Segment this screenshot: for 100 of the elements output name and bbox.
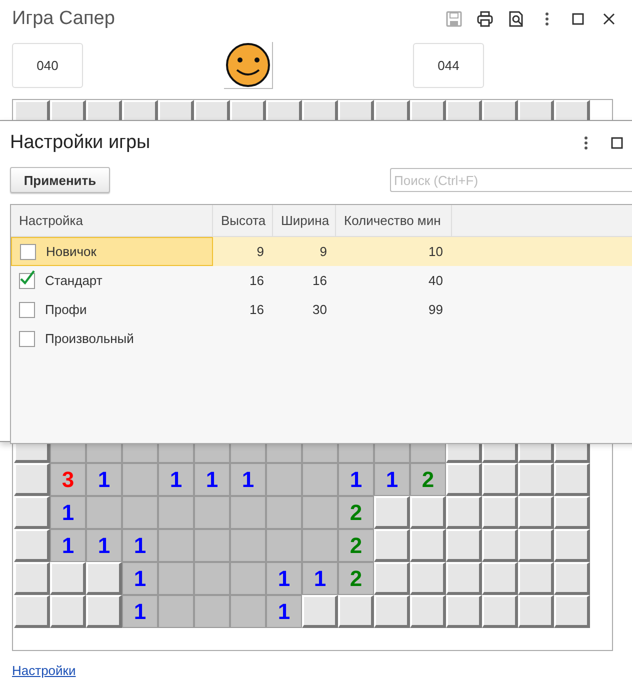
mine-count: 1 bbox=[134, 568, 146, 590]
open-cell[interactable]: 1 bbox=[302, 562, 338, 595]
table-cell: Стандарт bbox=[45, 273, 102, 288]
open-cell[interactable]: 1 bbox=[86, 529, 122, 562]
open-cell[interactable] bbox=[302, 496, 338, 529]
closed-cell[interactable] bbox=[14, 496, 50, 529]
open-cell[interactable] bbox=[266, 463, 302, 496]
closed-cell[interactable] bbox=[554, 595, 590, 628]
open-cell[interactable]: 1 bbox=[230, 463, 266, 496]
open-cell[interactable] bbox=[122, 496, 158, 529]
closed-cell[interactable] bbox=[518, 595, 554, 628]
open-cell[interactable] bbox=[194, 496, 230, 529]
open-cell[interactable]: 1 bbox=[158, 463, 194, 496]
closed-cell[interactable] bbox=[518, 496, 554, 529]
open-cell[interactable]: 1 bbox=[338, 463, 374, 496]
open-cell[interactable] bbox=[158, 529, 194, 562]
open-cell[interactable] bbox=[158, 562, 194, 595]
closed-cell[interactable] bbox=[338, 595, 374, 628]
open-cell[interactable]: 1 bbox=[266, 562, 302, 595]
closed-cell[interactable] bbox=[446, 595, 482, 628]
open-cell[interactable]: 1 bbox=[122, 595, 158, 628]
checkbox[interactable] bbox=[19, 272, 35, 288]
column-header[interactable]: Количество мин bbox=[336, 205, 452, 236]
column-header[interactable]: Ширина bbox=[273, 205, 336, 236]
closed-cell[interactable] bbox=[14, 562, 50, 595]
closed-cell[interactable] bbox=[86, 595, 122, 628]
closed-cell[interactable] bbox=[410, 595, 446, 628]
closed-cell[interactable] bbox=[14, 529, 50, 562]
column-header[interactable]: Высота bbox=[213, 205, 273, 236]
open-cell[interactable]: 1 bbox=[122, 562, 158, 595]
table-cell: Новичок bbox=[46, 244, 96, 259]
open-cell[interactable]: 2 bbox=[338, 562, 374, 595]
mine-counter: 040 bbox=[12, 42, 83, 88]
table-row[interactable]: Произвольный bbox=[11, 324, 632, 353]
closed-cell[interactable] bbox=[554, 562, 590, 595]
closed-cell[interactable] bbox=[554, 463, 590, 496]
open-cell[interactable] bbox=[302, 529, 338, 562]
closed-cell[interactable] bbox=[374, 529, 410, 562]
closed-cell[interactable] bbox=[518, 562, 554, 595]
open-cell[interactable]: 1 bbox=[374, 463, 410, 496]
mine-count: 1 bbox=[278, 600, 290, 622]
open-cell[interactable]: 1 bbox=[194, 463, 230, 496]
search-field[interactable]: Поиск (Ctrl+F) bbox=[390, 168, 632, 192]
open-cell[interactable] bbox=[158, 595, 194, 628]
open-cell[interactable]: 1 bbox=[266, 595, 302, 628]
closed-cell[interactable] bbox=[518, 463, 554, 496]
open-cell[interactable] bbox=[302, 463, 338, 496]
checkbox[interactable] bbox=[19, 302, 35, 318]
open-cell[interactable] bbox=[230, 595, 266, 628]
open-cell[interactable] bbox=[122, 463, 158, 496]
checkbox[interactable] bbox=[20, 244, 36, 260]
closed-cell[interactable] bbox=[14, 463, 50, 496]
open-cell[interactable]: 2 bbox=[338, 529, 374, 562]
closed-cell[interactable] bbox=[50, 562, 86, 595]
open-cell[interactable] bbox=[230, 496, 266, 529]
closed-cell[interactable] bbox=[446, 463, 482, 496]
open-cell[interactable] bbox=[266, 529, 302, 562]
open-cell[interactable] bbox=[230, 562, 266, 595]
closed-cell[interactable] bbox=[410, 496, 446, 529]
closed-cell[interactable] bbox=[14, 595, 50, 628]
open-cell[interactable] bbox=[194, 595, 230, 628]
closed-cell[interactable] bbox=[482, 595, 518, 628]
open-cell[interactable] bbox=[194, 562, 230, 595]
closed-cell[interactable] bbox=[554, 496, 590, 529]
open-cell[interactable]: 1 bbox=[50, 496, 86, 529]
closed-cell[interactable] bbox=[482, 562, 518, 595]
open-cell[interactable]: 2 bbox=[338, 496, 374, 529]
closed-cell[interactable] bbox=[374, 595, 410, 628]
closed-cell[interactable] bbox=[410, 562, 446, 595]
table-row[interactable]: Профи 16 30 99 bbox=[11, 295, 632, 324]
apply-button[interactable]: Применить bbox=[10, 167, 110, 193]
mine-count: 2 bbox=[350, 568, 362, 590]
closed-cell[interactable] bbox=[482, 463, 518, 496]
column-header[interactable]: Настройка bbox=[11, 205, 213, 236]
open-cell[interactable] bbox=[194, 529, 230, 562]
closed-cell[interactable] bbox=[374, 496, 410, 529]
closed-cell[interactable] bbox=[554, 529, 590, 562]
table-row[interactable]: Новичок 9 9 10 bbox=[11, 237, 632, 266]
closed-cell[interactable] bbox=[86, 562, 122, 595]
open-cell[interactable]: 1 bbox=[122, 529, 158, 562]
settings-link[interactable]: Настройки bbox=[12, 663, 76, 678]
open-cell[interactable]: 1 bbox=[50, 529, 86, 562]
closed-cell[interactable] bbox=[446, 562, 482, 595]
open-cell[interactable] bbox=[86, 496, 122, 529]
open-cell[interactable]: 2 bbox=[410, 463, 446, 496]
closed-cell[interactable] bbox=[410, 529, 446, 562]
closed-cell[interactable] bbox=[482, 496, 518, 529]
open-cell[interactable] bbox=[230, 529, 266, 562]
closed-cell[interactable] bbox=[518, 529, 554, 562]
table-row[interactable]: Стандарт 16 16 40 bbox=[11, 266, 632, 295]
open-cell[interactable] bbox=[158, 496, 194, 529]
closed-cell[interactable] bbox=[446, 496, 482, 529]
open-cell[interactable] bbox=[266, 496, 302, 529]
open-cell[interactable]: 1 bbox=[86, 463, 122, 496]
closed-cell[interactable] bbox=[446, 529, 482, 562]
closed-cell[interactable] bbox=[50, 595, 86, 628]
closed-cell[interactable] bbox=[482, 529, 518, 562]
closed-cell[interactable] bbox=[374, 562, 410, 595]
closed-cell[interactable] bbox=[302, 595, 338, 628]
checkbox[interactable] bbox=[19, 330, 35, 346]
